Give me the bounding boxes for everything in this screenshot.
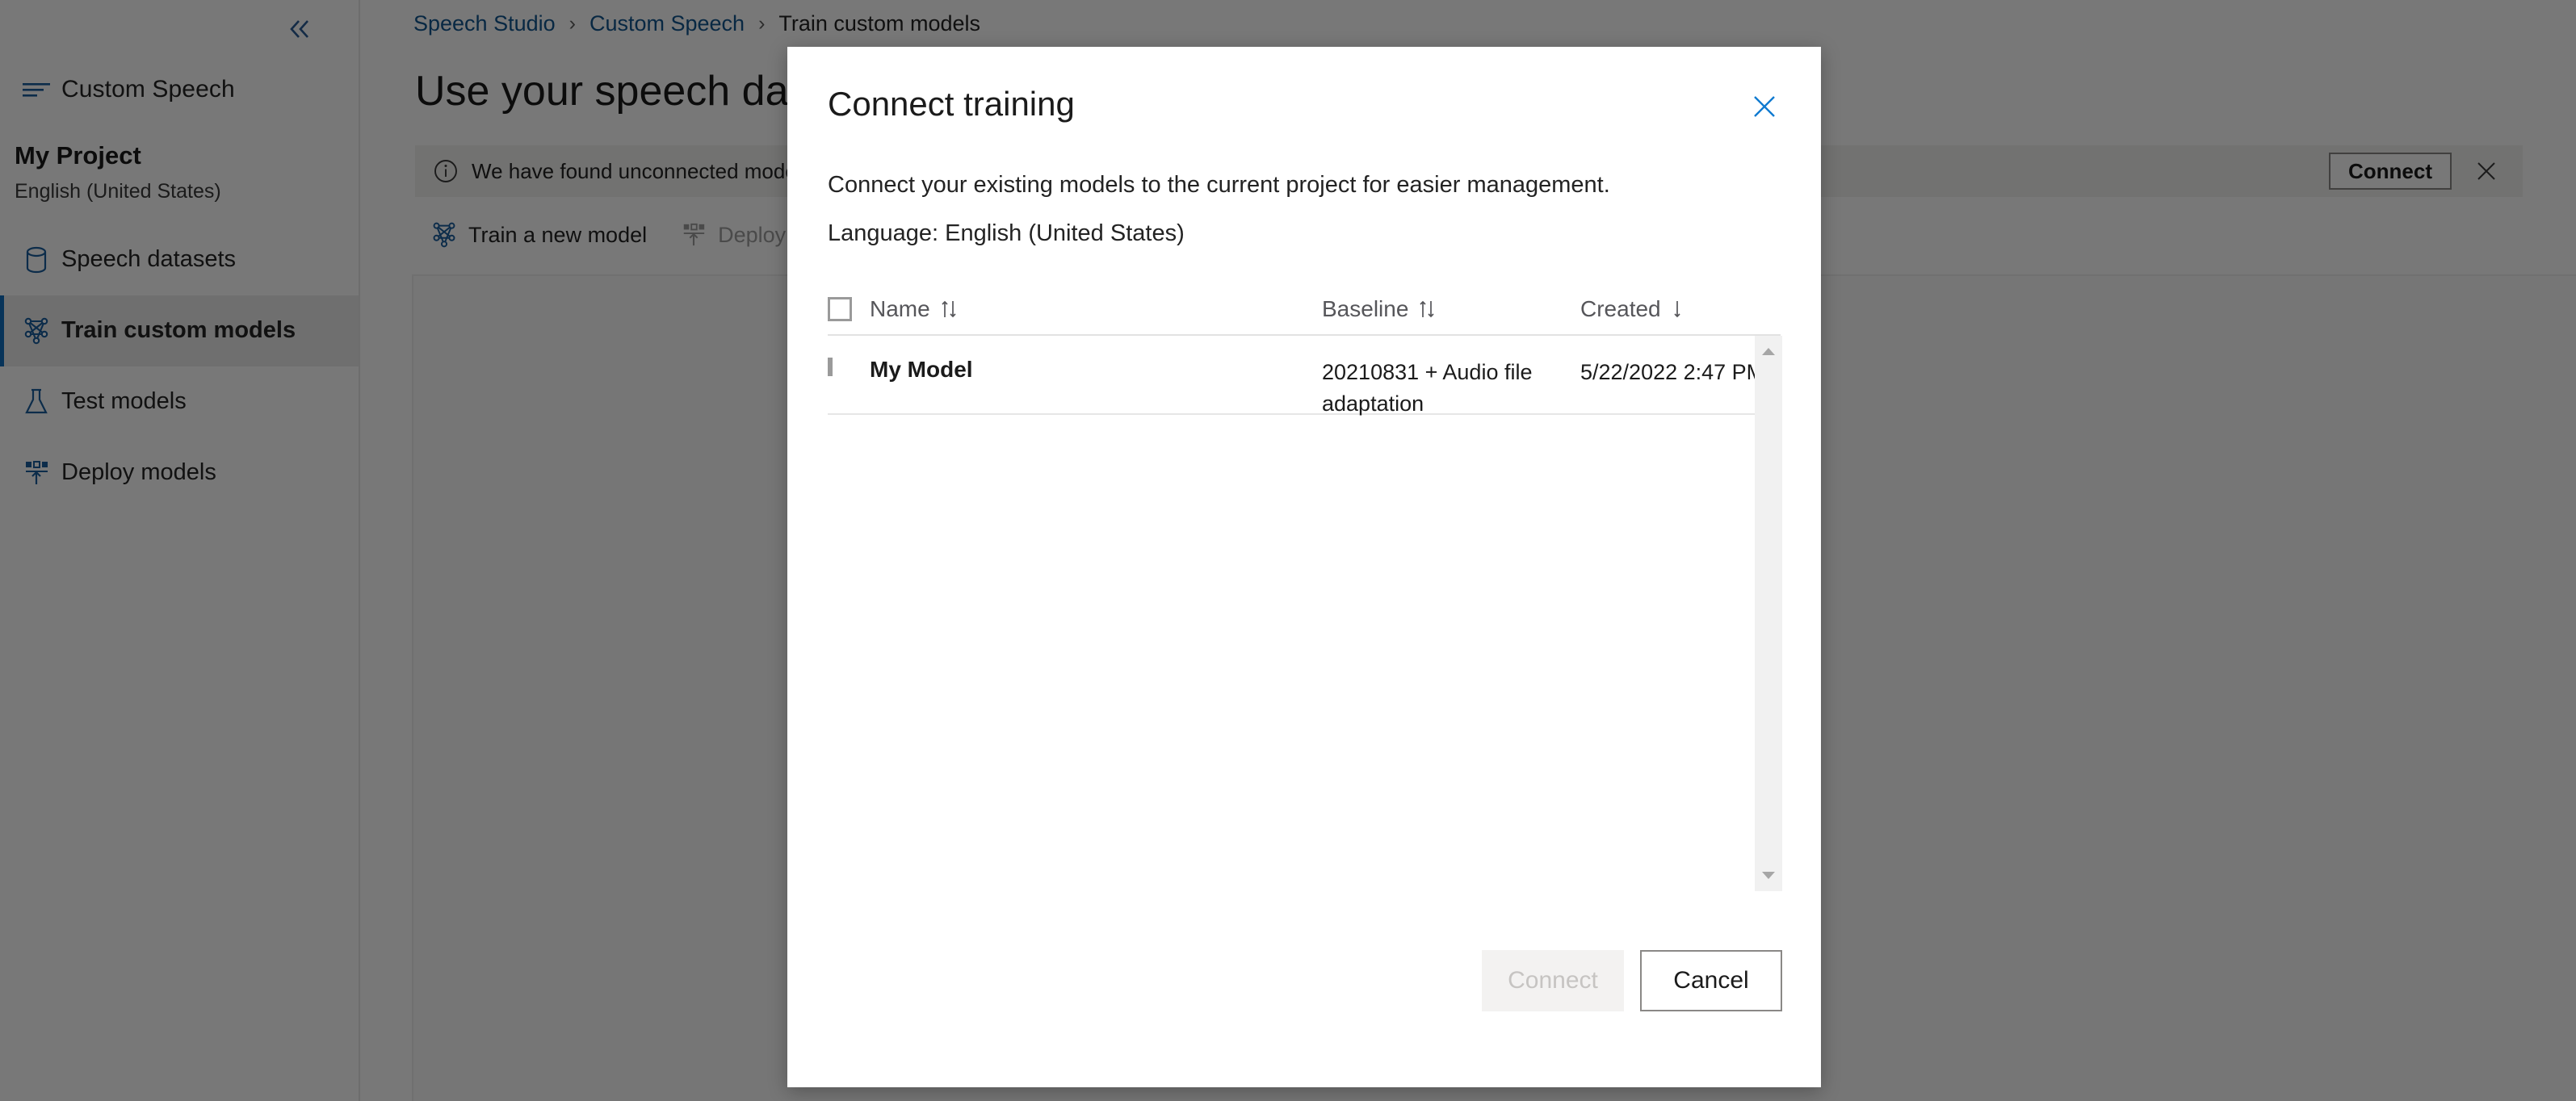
- caret-up-icon[interactable]: [1755, 337, 1782, 365]
- select-all-checkbox[interactable]: [828, 297, 870, 322]
- dialog-title: Connect training: [828, 85, 1075, 123]
- table-row[interactable]: My Model 20210831 + Audio file adaptatio…: [828, 336, 1781, 416]
- sort-both-icon: [1418, 299, 1436, 320]
- checkbox-box: [828, 297, 852, 322]
- row-select-checkbox[interactable]: [828, 357, 870, 377]
- connect-training-dialog: Connect training Connect your existing m…: [787, 47, 1821, 1087]
- column-header-label: Created: [1580, 296, 1661, 322]
- column-header-name[interactable]: Name: [870, 296, 1322, 322]
- table-body: My Model 20210831 + Audio file adaptatio…: [828, 336, 1782, 892]
- dialog-description: Connect your existing models to the curr…: [828, 172, 1610, 198]
- caret-down-icon[interactable]: [1755, 862, 1782, 890]
- cell-baseline: 20210831 + Audio file adaptation: [1322, 360, 1533, 417]
- dialog-language-line: Language: English (United States): [828, 220, 1185, 247]
- column-header-label: Name: [870, 296, 930, 322]
- dialog-header: Connect training: [787, 47, 1821, 131]
- column-header-created[interactable]: Created: [1580, 296, 1781, 322]
- checkbox-box: [828, 358, 833, 377]
- cancel-button[interactable]: Cancel: [1640, 950, 1782, 1011]
- cell-name: My Model: [870, 357, 973, 383]
- dialog-footer: Connect Cancel: [787, 950, 1821, 1011]
- table-scrollbar[interactable]: [1755, 336, 1782, 892]
- table-header-row: Name Baseline Created: [828, 284, 1781, 337]
- models-table: Name Baseline Created My Model 20210831 …: [828, 284, 1782, 892]
- app-root: Custom Speech My Project English (United…: [0, 0, 2576, 1101]
- column-header-baseline[interactable]: Baseline: [1322, 296, 1580, 322]
- close-icon[interactable]: [1740, 82, 1789, 131]
- sort-both-icon: [940, 299, 958, 320]
- cell-created: 5/22/2022 2:47 PM: [1580, 360, 1765, 385]
- column-header-label: Baseline: [1322, 296, 1409, 322]
- connect-button[interactable]: Connect: [1482, 950, 1624, 1011]
- sort-descending-icon: [1671, 299, 1684, 320]
